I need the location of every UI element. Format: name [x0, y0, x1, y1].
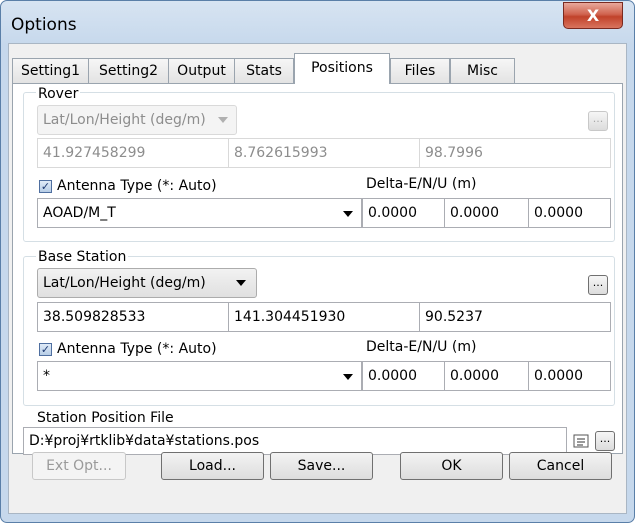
rover-group-label: Rover: [36, 86, 81, 102]
rover-browse-button[interactable]: ...: [588, 111, 608, 131]
tab-positions-label: Positions: [311, 60, 373, 76]
list-icon: [573, 434, 589, 448]
tab-misc[interactable]: Misc: [450, 58, 515, 83]
base-station-group-label: Base Station: [36, 249, 129, 265]
rover-delta-n[interactable]: 0.0000: [444, 198, 529, 228]
station-file-path[interactable]: D:¥proj¥rtklib¥data¥stations.pos: [23, 427, 567, 455]
close-button[interactable]: X: [563, 2, 623, 29]
rover-format-value: Lat/Lon/Height (deg/m): [43, 112, 206, 128]
check-icon: ✓: [40, 343, 51, 356]
rover-antenna-label: Antenna Type (*: Auto): [57, 178, 217, 194]
rover-delta-label: Delta-E/N/U (m): [366, 176, 477, 192]
tab-stats[interactable]: Stats: [234, 58, 294, 83]
base-format-select[interactable]: Lat/Lon/Height (deg/m): [37, 268, 257, 298]
base-antenna-type-select[interactable]: *: [37, 361, 362, 391]
ellipsis-icon: ...: [599, 432, 611, 445]
tab-setting1[interactable]: Setting1: [12, 58, 89, 83]
options-window: Options X Setting1 Setting2 Output Stats…: [0, 0, 635, 523]
tab-files-label: Files: [404, 63, 436, 79]
base-delta-e[interactable]: 0.0000: [362, 361, 445, 391]
station-file-browse-button[interactable]: ...: [595, 431, 615, 451]
tab-positions[interactable]: Positions: [294, 53, 390, 84]
ok-button[interactable]: OK: [400, 452, 503, 480]
rover-antenna-checkbox[interactable]: ✓: [39, 180, 52, 193]
tab-stats-label: Stats: [246, 63, 282, 79]
base-browse-button[interactable]: ...: [588, 275, 608, 295]
rover-format-select[interactable]: Lat/Lon/Height (deg/m): [37, 105, 237, 135]
ellipsis-icon: ...: [592, 276, 604, 289]
load-button[interactable]: Load...: [161, 452, 264, 480]
chevron-down-icon: [218, 117, 228, 123]
base-delta-n[interactable]: 0.0000: [444, 361, 529, 391]
station-file-label: Station Position File: [37, 410, 174, 426]
base-antenna-label: Antenna Type (*: Auto): [57, 341, 217, 357]
rover-pos-1[interactable]: 41.927458299: [37, 138, 229, 168]
rover-antenna-type-select[interactable]: AOAD/M_T: [37, 198, 362, 228]
base-delta-label: Delta-E/N/U (m): [366, 339, 477, 355]
dialog-body: Setting1 Setting2 Output Stats Positions…: [8, 43, 627, 514]
base-antenna-type-value: *: [43, 368, 50, 384]
close-icon: X: [586, 6, 600, 25]
tab-output-label: Output: [177, 63, 226, 79]
tab-setting2[interactable]: Setting2: [88, 58, 169, 83]
ellipsis-icon: ...: [592, 112, 604, 125]
base-pos-2[interactable]: 141.304451930: [228, 302, 420, 332]
cancel-button[interactable]: Cancel: [509, 452, 612, 480]
ext-opt-button[interactable]: Ext Opt...: [32, 452, 126, 480]
chevron-down-icon: [343, 374, 353, 380]
rover-pos-2[interactable]: 8.762615993: [228, 138, 420, 168]
check-icon: ✓: [40, 180, 51, 193]
rover-delta-u[interactable]: 0.0000: [528, 198, 611, 228]
tab-setting1-label: Setting1: [20, 63, 81, 79]
save-button[interactable]: Save...: [270, 452, 373, 480]
rover-pos-3[interactable]: 98.7996: [419, 138, 611, 168]
base-format-value: Lat/Lon/Height (deg/m): [43, 275, 206, 291]
tab-files[interactable]: Files: [390, 58, 450, 83]
base-antenna-checkbox[interactable]: ✓: [39, 343, 52, 356]
tab-setting2-label: Setting2: [98, 63, 159, 79]
base-pos-3[interactable]: 90.5237: [419, 302, 611, 332]
chevron-down-icon: [343, 211, 353, 217]
rover-antenna-type-value: AOAD/M_T: [43, 205, 116, 221]
base-delta-u[interactable]: 0.0000: [528, 361, 611, 391]
tab-misc-label: Misc: [467, 63, 498, 79]
chevron-down-icon: [236, 280, 246, 286]
tab-output[interactable]: Output: [168, 58, 235, 83]
base-pos-1[interactable]: 38.509828533: [37, 302, 229, 332]
positions-panel: Rover Lat/Lon/Height (deg/m) ... 41.9274…: [12, 83, 623, 455]
window-title: Options: [11, 15, 77, 35]
station-file-view-button[interactable]: [572, 432, 590, 450]
rover-delta-e[interactable]: 0.0000: [362, 198, 445, 228]
